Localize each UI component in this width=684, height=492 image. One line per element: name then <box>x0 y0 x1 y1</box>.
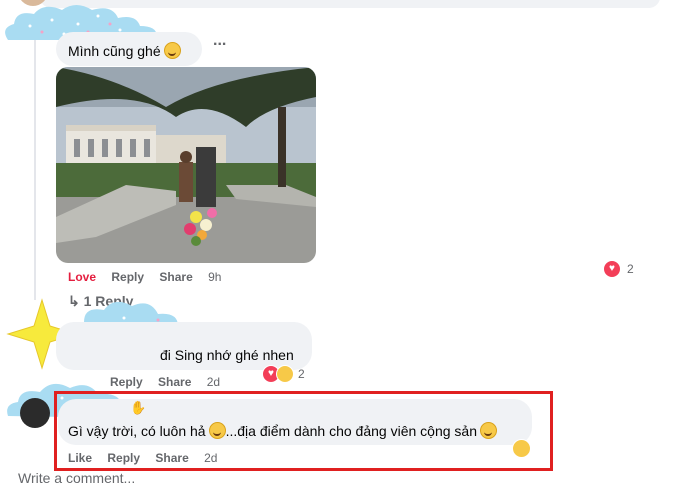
timestamp[interactable]: 9h <box>208 270 221 284</box>
reaction-count: 2 <box>298 367 305 381</box>
timestamp[interactable]: 2d <box>204 451 217 465</box>
avatar[interactable] <box>20 398 50 428</box>
reaction-badge[interactable]: ♥ 2 <box>262 365 305 383</box>
share-button[interactable]: Share <box>159 270 192 284</box>
more-options-button[interactable]: ... <box>213 32 226 50</box>
rofl-emoji-icon <box>479 422 497 439</box>
love-button[interactable]: Love <box>68 270 96 284</box>
heart-icon: ♥ <box>603 260 621 278</box>
timestamp[interactable]: 2d <box>207 375 220 389</box>
comment-text: Gì vậy trời, có luôn hả ...địa điểm dành … <box>68 422 497 439</box>
reaction-badge[interactable]: ♥ 2 <box>603 260 634 278</box>
comment-text: đi Sing nhớ ghé nhen <box>160 347 294 363</box>
comment-text-content: Mình cũng ghé <box>68 43 161 59</box>
thread-line <box>34 40 36 300</box>
comment-actions: Love Reply Share 9h <box>68 270 233 284</box>
reaction-count: 2 <box>627 262 634 276</box>
reply-button[interactable]: Reply <box>111 270 144 284</box>
waving-hand-icon: ✋ <box>130 400 147 415</box>
photo-image <box>56 67 316 263</box>
like-button[interactable]: Like <box>68 451 92 465</box>
haha-emoji-icon <box>276 365 294 383</box>
grinning-emoji-icon <box>163 42 181 59</box>
comment-actions: Like Reply Share 2d <box>68 451 229 465</box>
reply-button[interactable]: Reply <box>107 451 140 465</box>
grinning-emoji-icon <box>208 422 226 439</box>
share-button[interactable]: Share <box>155 451 188 465</box>
comment-text-part1: Gì vậy trời, có luôn hả <box>68 423 206 439</box>
comment-text: Mình cũng ghé <box>68 42 181 59</box>
comment-composer-input[interactable]: Write a comment... <box>18 470 135 486</box>
haha-reaction-icon[interactable] <box>512 439 531 458</box>
share-button[interactable]: Share <box>158 375 191 389</box>
comment-photo[interactable] <box>56 67 316 263</box>
comment-text-part2: ...địa điểm dành cho đảng viên cộng sản <box>225 423 477 439</box>
